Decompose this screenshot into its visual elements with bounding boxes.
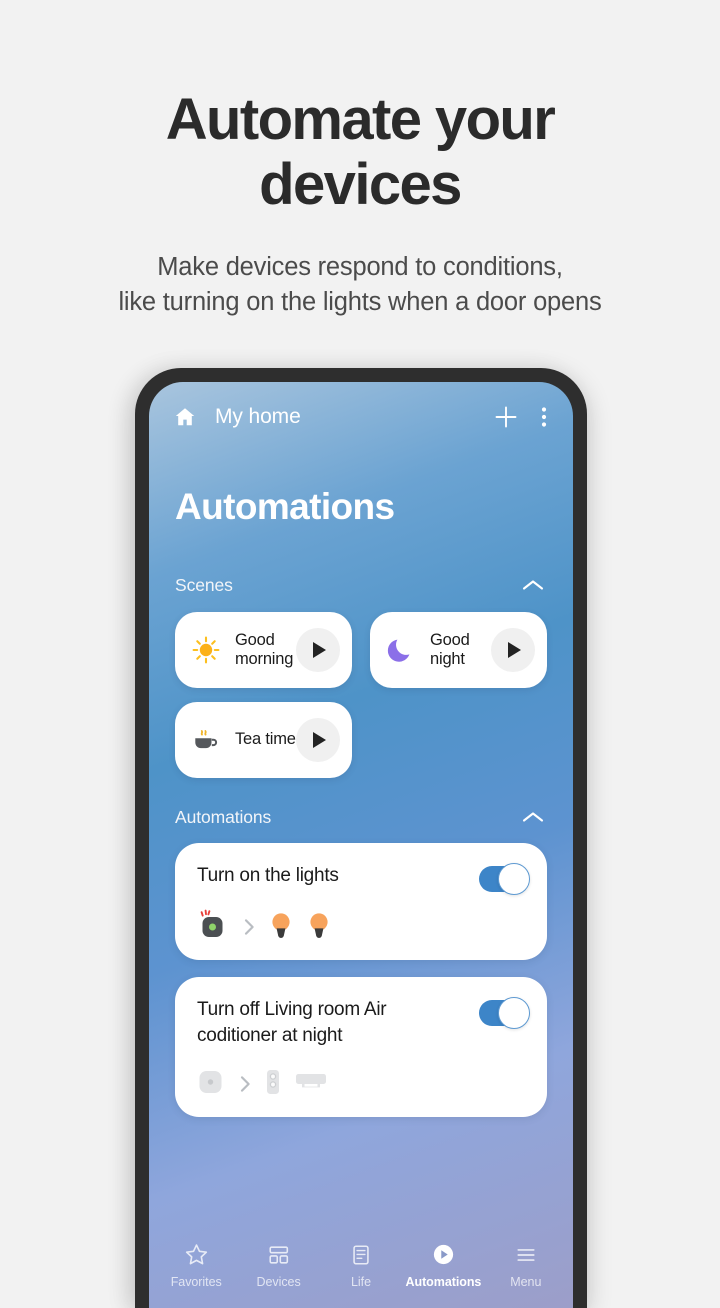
automation-card[interactable]: Turn off Living room Air coditioner at n…: [175, 977, 547, 1117]
sensor-icon: [197, 1066, 227, 1101]
scenes-section-header[interactable]: Scenes: [149, 572, 573, 598]
nav-label-menu: Menu: [510, 1274, 542, 1289]
automation-device-icons: [197, 1067, 525, 1101]
promo-subtitle: Make devices respond to conditions, like…: [0, 250, 720, 320]
automation-list: Turn on the lights Turn off Living room …: [149, 843, 573, 1117]
automation-card[interactable]: Turn on the lights: [175, 843, 547, 960]
play-triangle: [313, 642, 326, 658]
screen-title: Automations: [175, 486, 395, 527]
remote-control-icon: [264, 1065, 282, 1102]
article-icon: [349, 1242, 373, 1268]
scene-card[interactable]: Good morning: [175, 612, 352, 688]
promo-header: Automate your devices Make devices respo…: [0, 0, 720, 320]
chevron-up-icon[interactable]: [521, 578, 545, 592]
nav-item-life[interactable]: Life: [320, 1242, 402, 1289]
automation-toggle[interactable]: [479, 863, 530, 895]
automations-section-header[interactable]: Automations: [149, 804, 573, 830]
automation-toggle[interactable]: [479, 997, 530, 1029]
light-bulb-icon: [268, 909, 294, 946]
bottom-navigation: Favorites Devices Life Automations Menu: [149, 1232, 573, 1308]
light-bulb-icon: [306, 909, 332, 946]
phone-mockup: My home Automations Scenes Good morning …: [135, 368, 587, 1308]
overflow-menu-icon[interactable]: [541, 405, 547, 429]
toggle-knob: [498, 863, 530, 895]
automation-name: Turn on the lights: [197, 865, 339, 886]
automation-device-icons: [197, 908, 525, 947]
scene-name: Good morning: [235, 630, 294, 668]
play-icon[interactable]: [296, 628, 340, 672]
scene-name: Good night: [430, 630, 470, 668]
scene-card[interactable]: Good night: [370, 612, 547, 688]
scene-card[interactable]: Tea time: [175, 702, 352, 778]
chevron-right-icon: [240, 1075, 251, 1093]
motion-sensor-icon: [197, 908, 231, 947]
nav-label-favorites: Favorites: [170, 1274, 222, 1289]
star-icon: [184, 1242, 209, 1268]
nav-label-automations: Automations: [405, 1274, 482, 1289]
scene-row-1: Good morning Good night: [149, 612, 573, 688]
nav-item-favorites[interactable]: Favorites: [155, 1242, 237, 1289]
automation-card-header: Turn off Living room Air coditioner at n…: [197, 997, 530, 1049]
chevron-right-icon: [244, 918, 255, 936]
home-name-label[interactable]: My home: [215, 405, 301, 429]
sun-icon: [191, 635, 221, 665]
page-title: Automate your devices: [0, 87, 720, 218]
hamburger-menu-icon: [514, 1242, 538, 1268]
automation-name: Turn off Living room Air coditioner at n…: [197, 999, 387, 1046]
nav-label-life: Life: [351, 1274, 371, 1289]
app-bar: My home: [149, 382, 573, 452]
toggle-knob: [498, 997, 530, 1029]
grid-icon: [267, 1242, 291, 1268]
play-icon[interactable]: [296, 718, 340, 762]
nav-item-automations[interactable]: Automations: [402, 1242, 484, 1289]
automations-section-label: Automations: [175, 806, 272, 827]
promo-subtitle-line-2: like turning on the lights when a door o…: [118, 288, 602, 317]
play-circle-icon: [431, 1242, 456, 1268]
play-triangle: [508, 642, 521, 658]
play-triangle: [313, 732, 326, 748]
nav-item-devices[interactable]: Devices: [237, 1242, 319, 1289]
nav-item-menu[interactable]: Menu: [485, 1242, 567, 1289]
automation-card-header: Turn on the lights: [197, 863, 530, 895]
play-icon[interactable]: [491, 628, 535, 672]
chevron-up-icon[interactable]: [521, 810, 545, 824]
nav-label-devices: Devices: [256, 1274, 301, 1289]
scenes-section-label: Scenes: [175, 574, 233, 595]
air-conditioner-icon: [294, 1065, 328, 1102]
promo-title-line-2: devices: [259, 151, 462, 217]
scene-name: Tea time: [235, 730, 296, 749]
teacup-icon: [191, 725, 221, 755]
promo-title-line-1: Automate your: [165, 87, 556, 152]
home-icon[interactable]: [173, 405, 197, 429]
promo-subtitle-line-1: Make devices respond to conditions,: [157, 252, 563, 281]
scene-row-2: Tea time: [149, 702, 573, 778]
crescent-moon-icon: [386, 635, 416, 665]
phone-screen: My home Automations Scenes Good morning …: [149, 382, 573, 1308]
plus-icon[interactable]: [493, 404, 519, 430]
